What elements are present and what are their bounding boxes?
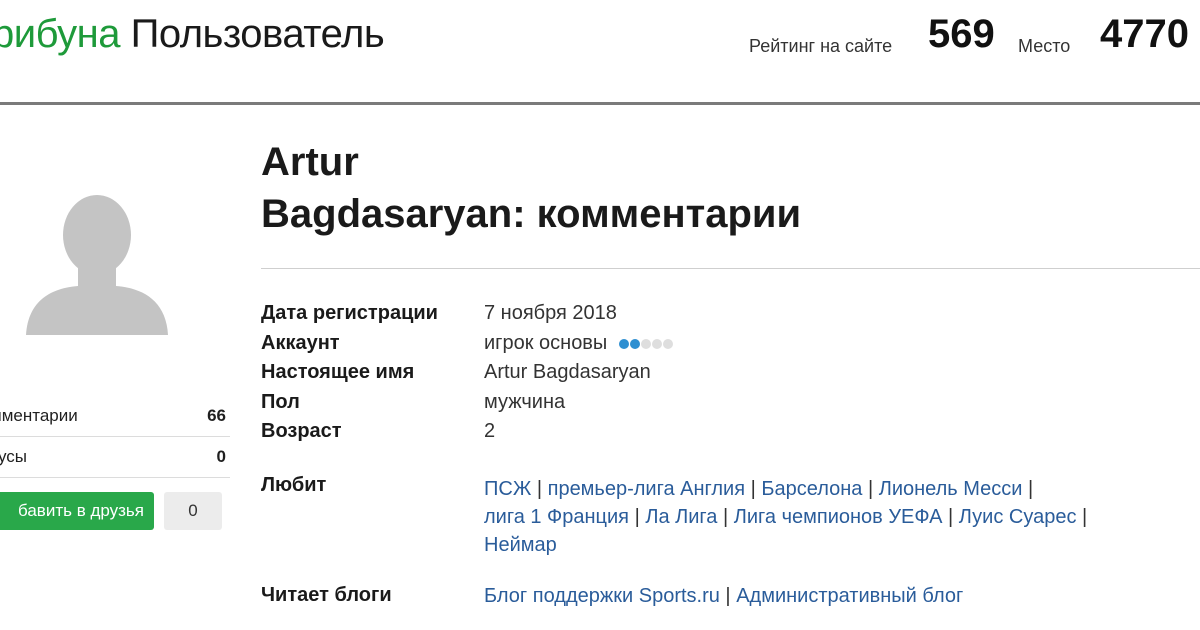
like-link[interactable]: Барселона	[761, 478, 862, 500]
age-value: 2	[484, 420, 496, 442]
registration-value: 7 ноября 2018	[484, 302, 617, 324]
age-label: Возраст	[261, 420, 342, 442]
account-level-dots	[618, 332, 674, 355]
place-value: 4770	[1100, 12, 1189, 56]
brand-name[interactable]: рибуна	[0, 12, 120, 56]
level-dot-empty	[662, 339, 673, 350]
level-dot-empty	[651, 339, 662, 350]
like-link[interactable]: премьер-лига Англия	[548, 478, 745, 500]
header-divider	[0, 102, 1200, 105]
user-silhouette-icon	[26, 195, 168, 335]
stat-value: 66	[207, 406, 226, 425]
like-link[interactable]: лига 1 Франция	[484, 506, 629, 528]
realname-value: Artur Bagdasaryan	[484, 361, 651, 383]
like-link[interactable]: Неймар	[484, 534, 557, 556]
blog-link[interactable]: Административный блог	[736, 585, 963, 607]
sidebar-stat-comments[interactable]: мментарии 66	[0, 396, 230, 437]
blogs-label: Читает блоги	[261, 584, 392, 606]
likes-label: Любит	[261, 474, 327, 496]
title-divider	[261, 268, 1200, 269]
like-link[interactable]: Лига чемпионов УЕФА	[734, 506, 943, 528]
blogs-list: Блог поддержки Sports.ru | Административ…	[484, 585, 964, 607]
likes-list: ПСЖ | премьер-лига Англия | Барселона | …	[484, 478, 1088, 556]
friend-count: 0	[164, 492, 222, 530]
account-value-row: игрок основы	[484, 332, 674, 355]
level-dot-empty	[640, 339, 651, 350]
gender-label: Пол	[261, 391, 300, 413]
account-label: Аккаунт	[261, 332, 340, 354]
like-link[interactable]: Лионель Месси	[879, 478, 1023, 500]
page-title-line1: Artur	[261, 140, 359, 184]
avatar	[22, 190, 172, 340]
like-link[interactable]: Луис Суарес	[959, 506, 1077, 528]
level-dot-filled	[618, 339, 629, 350]
site-brand[interactable]: рибуна Пользователь	[0, 12, 385, 57]
rating-label: Рейтинг на сайте	[749, 36, 893, 56]
blog-link[interactable]: Блог поддержки Sports.ru	[484, 585, 720, 607]
registration-label: Дата регистрации	[261, 302, 438, 324]
sidebar-stat-statuses[interactable]: тусы 0	[0, 437, 230, 478]
page-title: Artur Bagdasaryan: комментарии	[261, 136, 801, 240]
gender-value: мужчина	[484, 391, 566, 413]
stat-value: 0	[216, 447, 226, 466]
page-title-line2: Bagdasaryan: комментарии	[261, 192, 802, 236]
like-link[interactable]: ПСЖ	[484, 478, 531, 500]
stat-label: мментарии	[0, 406, 78, 425]
realname-label: Настоящее имя	[261, 361, 415, 383]
page-section-title: Пользователь	[130, 12, 385, 56]
place-label: Место	[1018, 36, 1071, 56]
account-value: игрок основы	[484, 332, 608, 354]
add-friend-button[interactable]: бавить в друзья	[0, 492, 154, 530]
like-link[interactable]: Ла Лига	[645, 506, 717, 528]
page-header: рибуна Пользователь Рейтинг на сайте 569…	[0, 0, 1200, 105]
rating-value: 569	[928, 12, 995, 56]
stat-label: тусы	[0, 447, 28, 466]
level-dot-filled	[629, 339, 640, 350]
